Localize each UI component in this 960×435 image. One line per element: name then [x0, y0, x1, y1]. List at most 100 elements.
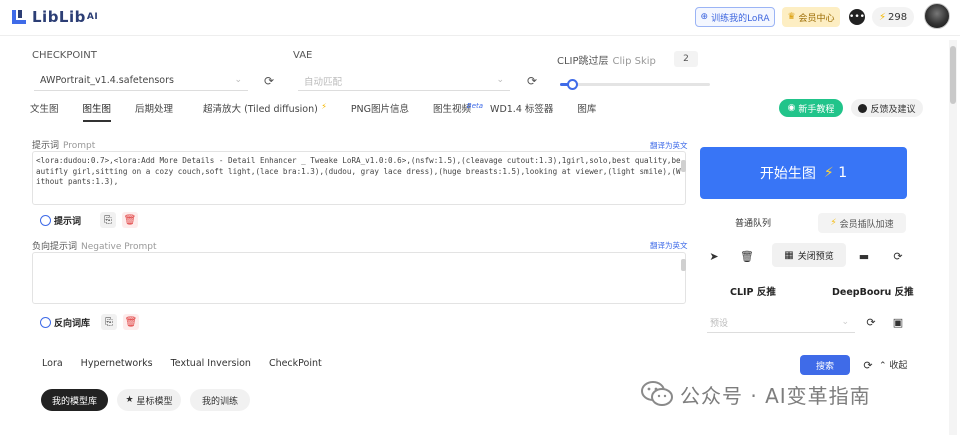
- prompt-tools: 提示词 ⎘ 🗑: [37, 211, 139, 229]
- slider-knob[interactable]: [567, 79, 578, 90]
- refresh-vae-icon[interactable]: ⟳: [525, 74, 539, 88]
- tab-img2video-label: 图生视频: [433, 104, 472, 115]
- tab-checkpoint[interactable]: CheckPoint: [269, 358, 322, 369]
- vae-select[interactable]: 自动匹配 ⌄: [298, 71, 510, 91]
- star-icon: ★: [125, 395, 134, 405]
- train-lora-button[interactable]: ⊕ 训练我的LoRA: [695, 7, 775, 27]
- refresh-checkpoint-icon[interactable]: ⟳: [262, 74, 276, 88]
- train-lora-label: 训练我的LoRA: [711, 13, 770, 24]
- clip-skip-value[interactable]: 2: [674, 51, 698, 67]
- negative-prompt-label: 负向提示词 Negative Prompt: [32, 239, 157, 252]
- negative-library-button[interactable]: 反向词库: [37, 313, 93, 331]
- train-icon: ⊕: [700, 12, 709, 22]
- starred-label: 星标模型: [136, 396, 173, 407]
- negative-scroll-thumb[interactable]: [681, 259, 686, 271]
- grid-icon: ▦: [784, 249, 794, 261]
- prompt-textarea[interactable]: <lora:dudou:0.7>,<lora:Add More Details …: [32, 151, 686, 205]
- crown-icon: ♛: [787, 12, 796, 22]
- clip-skip-slider[interactable]: [560, 79, 710, 90]
- generate-button[interactable]: 开始生图 ⚡ 1: [700, 147, 907, 199]
- main-tabs: 文生图 图生图 后期处理 超清放大 (Tiled diffusion) ⚡ PNG…: [30, 100, 596, 122]
- generate-label: 开始生图: [759, 166, 816, 182]
- tab-tiled-diffusion-label: 超清放大 (Tiled diffusion): [203, 104, 318, 115]
- watermark: 公众号 · AI变革指南: [640, 379, 871, 409]
- prompt-library-icon: [40, 214, 51, 226]
- vip-queue-label: 会员插队加速: [839, 219, 894, 230]
- logo-mark-icon: [12, 10, 26, 24]
- logo-sup: AI: [86, 12, 99, 22]
- checkpoint-label: CHECKPOINT: [32, 50, 97, 61]
- message-icon[interactable]: •••: [849, 9, 865, 25]
- bolt-icon: ⚡: [823, 165, 834, 181]
- tab-textual-inversion[interactable]: Textual Inversion: [171, 358, 251, 369]
- negative-tools: 反向词库 ⎘ 🗑: [37, 313, 140, 331]
- my-models-chip[interactable]: 我的模型库: [41, 389, 108, 411]
- prompt-label-text: 提示词: [32, 141, 60, 151]
- tab-wd14-tagger[interactable]: WD1.4 标签器: [490, 100, 553, 122]
- refresh-icon[interactable]: ⟳: [887, 245, 909, 267]
- tab-txt2img[interactable]: 文生图: [30, 100, 59, 122]
- tab-img2video[interactable]: 图生视频 Beta: [433, 100, 483, 122]
- collapse-label: 收起: [889, 361, 908, 371]
- prompt-library-button[interactable]: 提示词: [37, 211, 84, 229]
- tab-tiled-diffusion[interactable]: 超清放大 (Tiled diffusion) ⚡: [203, 100, 327, 122]
- logo[interactable]: LibLib AI: [10, 7, 98, 27]
- tab-postprocess[interactable]: 后期处理: [135, 100, 173, 122]
- search-button[interactable]: 搜索: [800, 355, 850, 375]
- preset-placeholder: 预设: [710, 319, 729, 329]
- translate-negative-link[interactable]: 翻译为英文: [650, 240, 688, 251]
- delete-icon[interactable]: 🗑: [736, 245, 758, 267]
- tutorial-button[interactable]: ◉ 新手教程: [779, 99, 843, 117]
- clip-skip-label: CLIP跳过层 Clip Skip: [557, 52, 656, 67]
- refresh-preset-icon[interactable]: ⟳: [860, 311, 882, 333]
- normal-queue-tab[interactable]: 普通队列: [735, 216, 771, 229]
- clip-skip-sub: Clip Skip: [612, 56, 656, 67]
- beta-badge: Beta: [466, 102, 484, 110]
- top-bar: LibLib AI ⊕ 训练我的LoRA ♛ 会员中心 ••• ⚡ 298: [0, 0, 960, 36]
- scrollbar-thumb[interactable]: [950, 46, 956, 104]
- preset-select[interactable]: 预设 ⌄: [707, 313, 855, 333]
- checkpoint-value: AWPortrait_v1.4.safetensors: [40, 75, 174, 86]
- prompt-scroll-thumb[interactable]: [681, 160, 686, 172]
- deepbooru-reverse-button[interactable]: DeepBooru 反推: [832, 284, 914, 298]
- close-preview-button[interactable]: ▦ 关闭预览: [772, 243, 846, 267]
- copy-icon[interactable]: ⎘: [101, 314, 118, 330]
- chevron-down-icon: ⌄: [841, 317, 849, 327]
- translate-prompt-link[interactable]: 翻译为英文: [650, 140, 688, 151]
- feedback-label: 反馈及建议: [870, 104, 916, 115]
- vip-queue-button[interactable]: ⚡ 会员插队加速: [818, 213, 906, 233]
- negative-prompt-textarea[interactable]: [32, 252, 686, 304]
- page-scrollbar[interactable]: [949, 40, 957, 435]
- prompt-label: 提示词 Prompt: [32, 138, 95, 151]
- refresh-models-icon[interactable]: ⟳: [857, 354, 879, 376]
- tab-gallery[interactable]: 图库: [577, 100, 596, 122]
- prompt-library-label: 提示词: [54, 216, 82, 227]
- points-badge[interactable]: ⚡ 298: [872, 7, 914, 27]
- copy-icon[interactable]: ⎘: [100, 212, 117, 228]
- prompt-sub: Prompt: [63, 141, 96, 151]
- tab-png-info[interactable]: PNG图片信息: [351, 100, 409, 122]
- save-preset-icon[interactable]: ▣: [887, 311, 909, 333]
- tab-hypernetworks[interactable]: Hypernetworks: [81, 358, 153, 369]
- negative-library-icon: [40, 316, 51, 328]
- send-icon[interactable]: ➤: [703, 245, 725, 267]
- folder-icon[interactable]: ▬: [853, 245, 875, 267]
- starred-models-chip[interactable]: ★ 星标模型: [117, 389, 181, 411]
- checkpoint-select[interactable]: AWPortrait_v1.4.safetensors ⌄: [34, 71, 248, 91]
- wechat-icon: [641, 381, 673, 406]
- avatar[interactable]: [924, 3, 950, 29]
- collapse-button[interactable]: ⌃ 收起: [879, 358, 907, 371]
- feedback-button[interactable]: 反馈及建议: [851, 99, 923, 117]
- tab-img2img[interactable]: 图生图: [82, 100, 112, 122]
- member-center-button[interactable]: ♛ 会员中心: [782, 7, 840, 27]
- play-icon: ◉: [787, 103, 796, 113]
- clip-reverse-button[interactable]: CLIP 反推: [730, 284, 776, 298]
- tab-lora[interactable]: Lora: [42, 358, 63, 369]
- trash-icon[interactable]: 🗑: [122, 212, 139, 228]
- chevron-up-icon: ⌃: [879, 361, 887, 371]
- chevron-down-icon: ⌄: [234, 75, 242, 85]
- my-training-chip[interactable]: 我的训练: [190, 389, 250, 411]
- trash-icon[interactable]: 🗑: [123, 314, 140, 330]
- chevron-down-icon: ⌄: [496, 75, 504, 85]
- member-center-label: 会员中心: [798, 13, 835, 24]
